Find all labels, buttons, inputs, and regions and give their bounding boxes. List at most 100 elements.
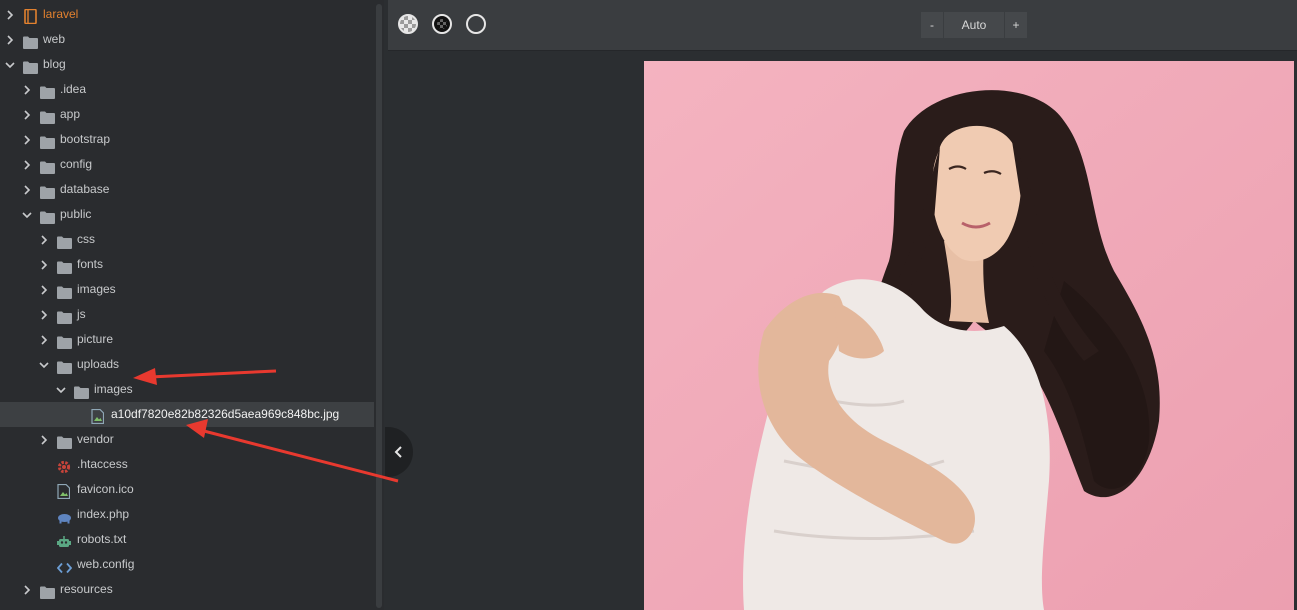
tree-file-a10df7820e82b82326d5aea969c848bc-jpg[interactable]: a10df7820e82b82326d5aea969c848bc.jpg: [0, 402, 374, 427]
folder-icon: [23, 58, 38, 74]
tree-item-label: favicon.ico: [77, 482, 134, 496]
tree-file-favicon-ico[interactable]: favicon.ico: [0, 477, 374, 502]
chevron-down-icon[interactable]: [38, 352, 50, 377]
gear-icon: [57, 458, 72, 474]
tree-file-htaccess[interactable]: .htaccess: [0, 452, 374, 477]
tree-file-index-php[interactable]: index.php: [0, 502, 374, 527]
chevron-right-icon[interactable]: [38, 252, 50, 277]
tree-item-label: vendor: [77, 432, 114, 446]
tree-item-label: js: [77, 307, 86, 321]
tree-item-label: css: [77, 232, 95, 246]
folder-icon: [40, 583, 55, 599]
tree-item-label: web: [43, 32, 66, 46]
chevron-right-icon[interactable]: [38, 427, 50, 452]
tree-folder-uploads[interactable]: uploads: [0, 352, 374, 377]
tree-item-label: blog: [43, 57, 66, 71]
tree-item-label: uploads: [77, 357, 120, 371]
chevron-down-icon[interactable]: [55, 377, 67, 402]
folder-icon: [57, 433, 72, 449]
tree-file-robots-txt[interactable]: robots.txt: [0, 527, 374, 552]
book-icon: [23, 8, 38, 25]
chevron-right-icon[interactable]: [21, 127, 33, 152]
folder-icon: [40, 83, 55, 99]
tree-folder-fonts[interactable]: fonts: [0, 252, 374, 277]
chevron-right-icon[interactable]: [21, 577, 33, 602]
tree-item-label: database: [60, 182, 110, 196]
tree-folder-public[interactable]: public: [0, 202, 374, 227]
tree-folder-database[interactable]: database: [0, 177, 374, 202]
tree-folder-picture[interactable]: picture: [0, 327, 374, 352]
tree-item-label: public: [60, 207, 92, 221]
folder-icon: [57, 358, 72, 374]
tree-item-label: resources: [60, 582, 113, 596]
zoom-out-button[interactable]: -: [921, 12, 944, 38]
tree-item-label: index.php: [77, 507, 130, 521]
chevron-right-icon[interactable]: [21, 152, 33, 177]
file-tree-sidebar: laravel web blog .idea app bootstrap config dat…: [0, 0, 384, 610]
tree-item-label: images: [77, 282, 116, 296]
tree-folder-laravel[interactable]: laravel: [0, 2, 374, 27]
tree-file-web-config[interactable]: web.config: [0, 552, 374, 577]
tree-item-label: a10df7820e82b82326d5aea969c848bc.jpg: [111, 407, 340, 421]
tree-folder-images[interactable]: images: [0, 377, 374, 402]
tree-folder-config[interactable]: config: [0, 152, 374, 177]
zoom-level-button[interactable]: Auto: [944, 12, 1005, 38]
code-icon: [56, 558, 73, 574]
file-tree: laravel web blog .idea app bootstrap config dat…: [0, 2, 374, 602]
chevron-right-icon[interactable]: [21, 102, 33, 127]
folder-icon: [57, 333, 72, 349]
chevron-down-icon[interactable]: [4, 52, 16, 77]
folder-icon: [40, 208, 55, 224]
tree-item-label: picture: [77, 332, 114, 346]
sidebar-scrollbar-thumb[interactable]: [376, 4, 382, 608]
tree-item-label: web.config: [77, 557, 135, 571]
tree-folder-web[interactable]: web: [0, 27, 374, 52]
folder-icon: [57, 258, 72, 274]
chevron-right-icon[interactable]: [38, 227, 50, 252]
chevron-right-icon[interactable]: [4, 27, 16, 52]
transparent-background-button[interactable]: [398, 14, 418, 34]
tree-item-label: .htaccess: [77, 457, 128, 471]
tree-item-label: .idea: [60, 82, 87, 96]
php-icon: [57, 508, 72, 524]
folder-icon: [23, 33, 38, 49]
dark-background-button[interactable]: [432, 14, 452, 34]
tree-folder-bootstrap[interactable]: bootstrap: [0, 127, 374, 152]
tree-folder-css[interactable]: css: [0, 227, 374, 252]
chevron-down-icon[interactable]: [21, 202, 33, 227]
tree-folder-blog[interactable]: blog: [0, 52, 374, 77]
tree-item-label: laravel: [43, 7, 79, 21]
folder-icon: [57, 283, 72, 299]
portrait-photo: [644, 61, 1294, 610]
tree-folder-js[interactable]: js: [0, 302, 374, 327]
folder-icon: [57, 233, 72, 249]
zoom-controls: - Auto +: [921, 12, 1027, 38]
chevron-right-icon[interactable]: [4, 2, 16, 27]
tree-folder-images[interactable]: images: [0, 277, 374, 302]
sidebar-scrollbar[interactable]: [374, 0, 384, 610]
tree-folder-idea[interactable]: .idea: [0, 77, 374, 102]
tree-folder-app[interactable]: app: [0, 102, 374, 127]
tree-folder-vendor[interactable]: vendor: [0, 427, 374, 452]
chevron-right-icon[interactable]: [38, 277, 50, 302]
image-file-icon: [57, 483, 72, 500]
viewer-toolbar: - Auto +: [388, 0, 1297, 51]
image-preview: [644, 61, 1294, 610]
robot-icon: [57, 533, 72, 547]
folder-icon: [40, 133, 55, 149]
tree-item-label: robots.txt: [77, 532, 127, 546]
folder-icon: [40, 108, 55, 124]
zoom-in-button[interactable]: +: [1005, 12, 1027, 38]
light-background-button[interactable]: [466, 14, 486, 34]
chevron-right-icon[interactable]: [21, 77, 33, 102]
tree-item-label: images: [94, 382, 133, 396]
tree-item-label: app: [60, 107, 81, 121]
tree-folder-resources[interactable]: resources: [0, 577, 374, 602]
folder-icon: [40, 183, 55, 199]
folder-icon: [57, 308, 72, 324]
image-viewer: - Auto +: [388, 0, 1297, 610]
image-file-icon: [91, 408, 106, 425]
chevron-right-icon[interactable]: [38, 302, 50, 327]
chevron-right-icon[interactable]: [38, 327, 50, 352]
chevron-right-icon[interactable]: [21, 177, 33, 202]
